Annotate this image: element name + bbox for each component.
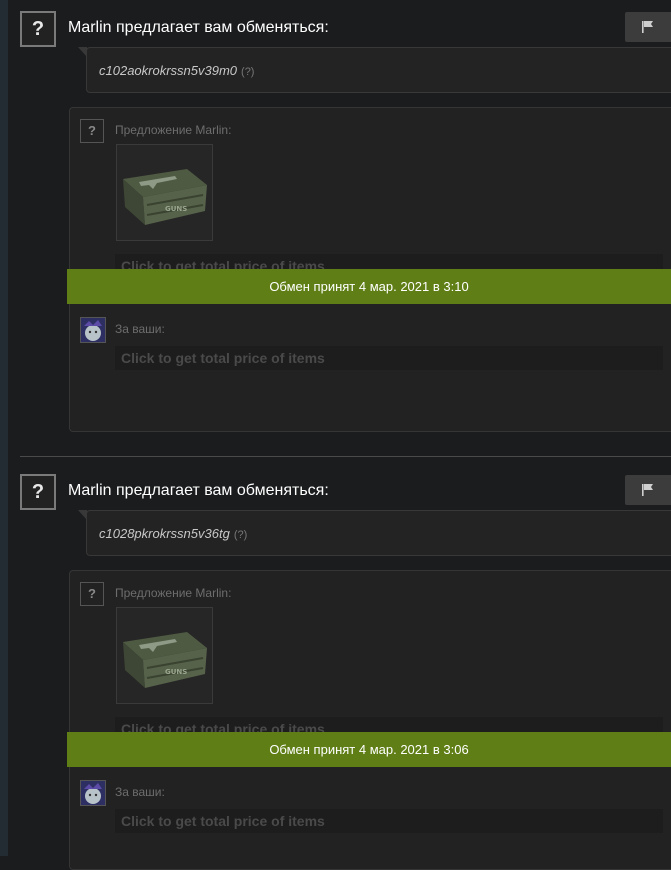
your-items-label: За ваши:	[115, 322, 165, 336]
message-text: c102aokrokrssn5v39m0	[99, 63, 238, 78]
trade-item[interactable]: GUNS	[116, 607, 213, 704]
flag-icon	[642, 21, 653, 33]
partner-avatar-icon[interactable]: ?	[80, 119, 104, 143]
help-link[interactable]: (?)	[241, 66, 254, 78]
trade-accepted-banner: Обмен принят 4 мар. 2021 в 3:06	[67, 732, 671, 767]
user-avatar	[80, 317, 106, 343]
svg-text:GUNS: GUNS	[165, 205, 187, 213]
svg-text:GUNS: GUNS	[165, 668, 187, 676]
weapon-case-icon: GUNS	[123, 632, 207, 688]
left-rail	[0, 0, 8, 856]
your-total-price-button[interactable]: Click to get total price of items	[115, 809, 663, 833]
user-avatar	[80, 780, 106, 806]
offer-message: c102aokrokrssn5v39m0 (?)	[78, 47, 671, 93]
partner-offer-label: Предложение Marlin:	[115, 123, 232, 137]
weapon-case-icon: GUNS	[123, 169, 207, 225]
offer-title: Marlin предлагает вам обменяться:	[68, 482, 329, 499]
your-items-label: За ваши:	[115, 785, 165, 799]
trade-item[interactable]: GUNS	[116, 144, 213, 241]
report-button[interactable]	[625, 12, 671, 42]
help-link[interactable]: (?)	[234, 529, 247, 541]
partner-offer-label: Предложение Marlin:	[115, 586, 232, 600]
report-button[interactable]	[625, 475, 671, 505]
partner-avatar-icon[interactable]: ?	[80, 582, 104, 606]
quote-notch	[78, 510, 87, 520]
trade-accepted-banner: Обмен принят 4 мар. 2021 в 3:10	[67, 269, 671, 304]
your-total-price-button[interactable]: Click to get total price of items	[115, 346, 663, 370]
unknown-avatar-icon[interactable]: ?	[20, 11, 56, 47]
user-avatar-icon	[81, 781, 105, 805]
offer-message: c1028pkrokrssn5v36tg (?)	[78, 510, 671, 556]
offer-title: Marlin предлагает вам обменяться:	[68, 19, 329, 36]
user-avatar-icon	[81, 318, 105, 342]
flag-icon	[642, 484, 653, 496]
message-text: c1028pkrokrssn5v36tg	[99, 526, 230, 541]
offer-divider	[20, 456, 671, 457]
unknown-avatar-icon[interactable]: ?	[20, 474, 56, 510]
trade-items-panel: ? Предложение Marlin: GUNS Click to get …	[69, 570, 671, 870]
quote-notch	[78, 47, 87, 57]
